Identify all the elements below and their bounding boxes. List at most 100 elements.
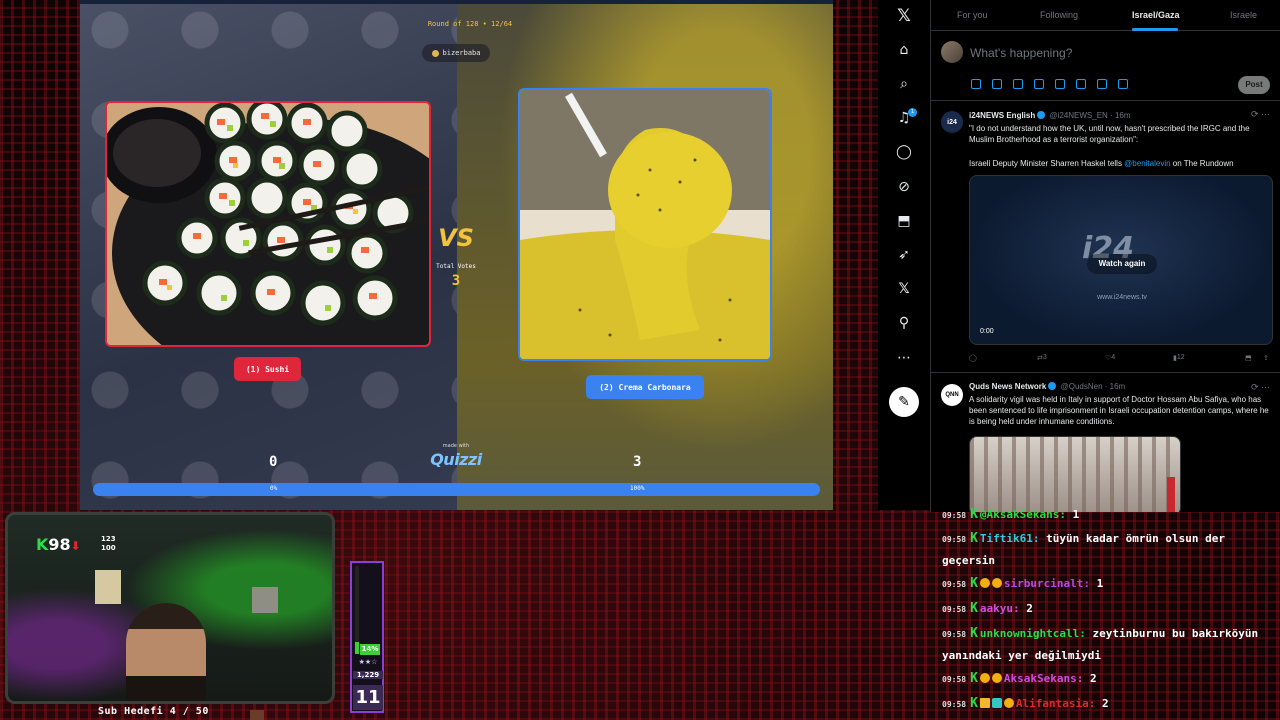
tweet-text-2-suffix: on The Rundown: [1170, 159, 1234, 168]
tweet-text: "I do not understand how the UK, until n…: [969, 124, 1250, 144]
tab-for-you[interactable]: For you: [957, 10, 988, 20]
vote-carbonara-button[interactable]: (2) Crema Carbonara: [586, 375, 704, 399]
share-icon[interactable]: ⇪: [1263, 354, 1269, 362]
chat-username[interactable]: Tiftik61:: [980, 532, 1040, 545]
watch-again-button[interactable]: Watch again: [1087, 254, 1157, 274]
flag-icon[interactable]: [1118, 79, 1128, 89]
tab-israel-gaza[interactable]: Israel/Gaza: [1132, 10, 1180, 20]
like-count: 4: [1111, 354, 1116, 361]
chat-message: 09:58 Ksirburcinalt: 1: [942, 573, 1262, 595]
chat-message: 09:58 K AksakSekans: 2: [942, 668, 1262, 690]
level-meter: 14% ★★☆ 1,229 11: [350, 561, 384, 713]
chat-username[interactable]: sirburcinalt:: [1004, 577, 1090, 590]
bookmarks-icon[interactable]: ⬒: [894, 211, 914, 231]
tweet-more-icon[interactable]: ⟳ ⋯: [1251, 382, 1270, 393]
creator-pill[interactable]: bizerbaba: [422, 44, 490, 62]
tweet-photo[interactable]: [969, 436, 1181, 512]
score-right: 3: [633, 454, 642, 470]
search-icon[interactable]: ⌕: [894, 74, 914, 94]
reply-icon[interactable]: ◯: [969, 354, 977, 362]
quiz-top-bar: [80, 0, 833, 4]
grok-icon[interactable]: ⊘: [894, 177, 914, 197]
streamer: [126, 603, 206, 701]
emoji-icon[interactable]: [1055, 79, 1065, 89]
coin-badge-icon: [979, 578, 990, 588]
bookmark-icon[interactable]: ⬒: [1245, 354, 1252, 362]
chat-timestamp: 09:58: [942, 630, 967, 639]
tweet[interactable]: QNN Quds News Network @QudsNen · 16m ⟳ ⋯…: [931, 374, 1280, 512]
tweet-video[interactable]: i24 Watch again www.i24news.tv 0:00: [969, 175, 1273, 345]
chat-message: 09:58 K Alifantasia: 2: [942, 693, 1262, 715]
vote-progress-left-text: 0%: [270, 485, 278, 492]
gem-badge-icon: [991, 578, 1002, 588]
meter-stars: ★★☆: [358, 658, 378, 666]
chat-text: 2: [1095, 697, 1109, 710]
jobs-icon[interactable]: ➶: [894, 245, 914, 265]
chat-username[interactable]: unknownightcall:: [980, 627, 1086, 640]
chat-timestamp: 09:58: [942, 535, 967, 544]
tweet-handle[interactable]: @QudsNen: [1061, 382, 1103, 391]
vote-progress-right-text: 100%: [630, 485, 645, 492]
tweet-handle[interactable]: @i24NEWS_EN: [1049, 111, 1107, 120]
kick-badge-icon: K: [970, 601, 978, 616]
chat-username[interactable]: @AksakSekans:: [980, 508, 1066, 521]
chat-username[interactable]: Alifantasia:: [1016, 697, 1095, 710]
chat-panel: 09:58 K @AksakSekans: 1 09:58 K Tiftik61: tüy…: [936, 504, 1276, 720]
sushi-image[interactable]: [105, 101, 431, 347]
tweet-avatar[interactable]: i24: [941, 111, 963, 133]
post-button[interactable]: Post: [1238, 76, 1270, 94]
gif-icon[interactable]: [992, 79, 1002, 89]
total-votes-label: Total Votes: [436, 263, 476, 270]
compose-input[interactable]: What's happening?: [970, 46, 1072, 60]
mention-link[interactable]: @benitalevin: [1124, 159, 1170, 168]
premium-icon[interactable]: 𝕏: [894, 279, 914, 299]
chat-username[interactable]: AksakSekans:: [1004, 672, 1083, 685]
x-logo-icon[interactable]: 𝕏: [894, 6, 914, 26]
compose-toolbar: [971, 79, 1128, 89]
tweet-avatar[interactable]: QNN: [941, 384, 963, 406]
chat-username[interactable]: aakyu:: [980, 602, 1020, 615]
sub-goal-icon: [250, 710, 264, 720]
timeline-tabs: For you Following Israel/Gaza Israele: [931, 0, 1280, 31]
webcam-poster: [95, 570, 121, 604]
kick-badge-icon: K: [970, 576, 978, 591]
down-arrow-icon: ⬇: [70, 539, 81, 553]
location-icon[interactable]: [1097, 79, 1107, 89]
media-icon[interactable]: [971, 79, 981, 89]
vote-sushi-button[interactable]: (1) Sushi: [234, 357, 301, 381]
chat-timestamp: 09:58: [942, 700, 967, 709]
kick-badge-icon: K: [970, 531, 978, 546]
views-icon[interactable]: ▮ 12: [1173, 354, 1185, 362]
profile-icon[interactable]: ⚲: [894, 313, 914, 333]
avatar[interactable]: [941, 41, 963, 63]
tweet-author[interactable]: Quds News Network: [969, 382, 1046, 391]
tweet-more-icon[interactable]: ⟳ ⋯: [1251, 109, 1270, 120]
poll-icon[interactable]: [1034, 79, 1044, 89]
stat-bottom: 100: [101, 544, 116, 552]
tweet[interactable]: i24 i24NEWS English @i24NEWS_EN · 16m ⟳ …: [931, 101, 1280, 373]
tweet-author[interactable]: i24NEWS English: [969, 111, 1035, 120]
retweet-count: 3: [1042, 354, 1047, 361]
chat-message: 09:58 Kaakyu: 2: [942, 598, 1262, 620]
tab-following[interactable]: Following: [1040, 10, 1078, 20]
webcam-feed: K98⬇ 123 100: [5, 512, 335, 704]
messages-icon[interactable]: ◯: [894, 142, 914, 162]
tweet-text-2: Israeli Deputy Minister Sharren Haskel t…: [969, 158, 1273, 169]
chat-timestamp: 09:58: [942, 511, 967, 520]
home-icon[interactable]: ⌂: [894, 40, 914, 60]
tweet-time[interactable]: 16m: [1110, 382, 1126, 391]
tweet-time[interactable]: 16m: [1115, 111, 1131, 120]
retweet-icon[interactable]: ⇄ 3: [1037, 354, 1047, 362]
compose-post-button[interactable]: ✎: [889, 387, 919, 417]
creator-name: bizerbaba: [442, 49, 481, 57]
grok-image-icon[interactable]: [1013, 79, 1023, 89]
quizzi-logo: Quizzi: [430, 450, 482, 469]
more-icon[interactable]: ⋯: [894, 348, 914, 368]
schedule-icon[interactable]: [1076, 79, 1086, 89]
gem-badge-icon: [991, 673, 1002, 683]
notification-badge: 1: [908, 108, 917, 117]
tab-israele[interactable]: Israele: [1230, 10, 1257, 20]
tweet-header: Quds News Network @QudsNen · 16m: [969, 382, 1126, 391]
carbonara-image[interactable]: [518, 88, 772, 361]
like-icon[interactable]: ♡ 4: [1105, 354, 1115, 362]
